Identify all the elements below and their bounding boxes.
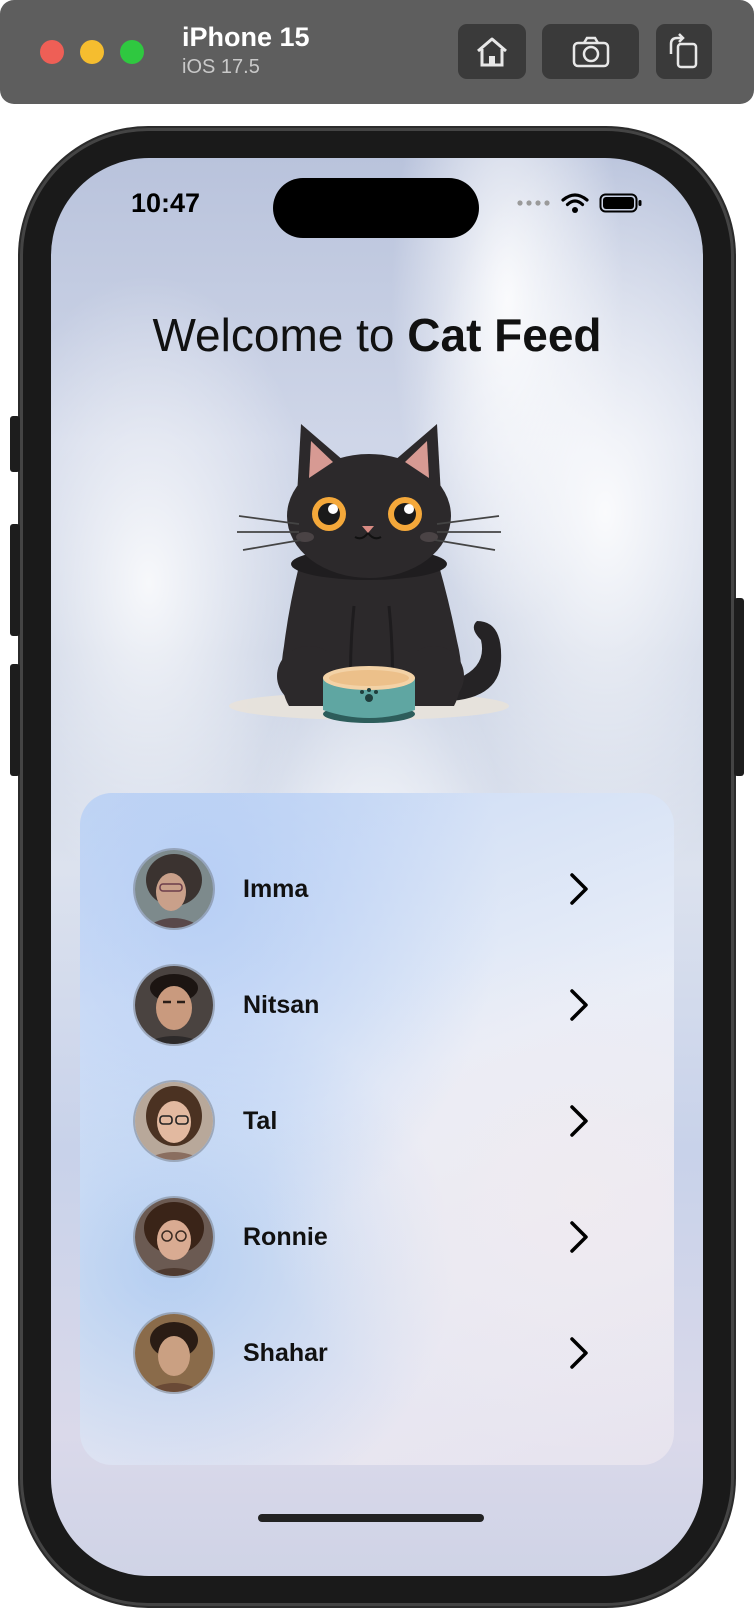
list-item-ronnie[interactable]: Ronnie xyxy=(80,1189,674,1285)
cat-illustration xyxy=(229,424,509,723)
list-item-shahar[interactable]: Shahar xyxy=(80,1305,674,1401)
avatar xyxy=(135,1082,213,1160)
chevron-right-icon xyxy=(570,1221,588,1253)
chevron-right-icon xyxy=(570,873,588,905)
wifi-icon xyxy=(561,193,589,213)
simulator-toolbar: iPhone 15 iOS 17.5 xyxy=(0,0,754,104)
volume-down-button[interactable] xyxy=(10,664,20,776)
chevron-right-icon xyxy=(570,1337,588,1369)
list-item-tal[interactable]: Tal xyxy=(80,1073,674,1169)
user-name: Ronnie xyxy=(243,1222,328,1251)
chevron-right-icon xyxy=(570,1105,588,1137)
status-icons xyxy=(517,192,643,214)
camera-icon xyxy=(572,36,609,67)
minimize-window-button[interactable] xyxy=(80,40,104,64)
user-name: Imma xyxy=(243,874,309,903)
app-name: Cat Feed xyxy=(407,309,602,361)
home-button[interactable] xyxy=(458,24,526,79)
home-icon xyxy=(477,37,507,66)
list-item-nitsan[interactable]: Nitsan xyxy=(80,957,674,1053)
close-window-button[interactable] xyxy=(40,40,64,64)
signal-dots-icon xyxy=(517,200,550,206)
list-item-imma[interactable]: Imma xyxy=(80,841,674,937)
os-version: iOS 17.5 xyxy=(182,56,260,78)
rotate-button[interactable] xyxy=(656,24,712,79)
battery-icon xyxy=(599,193,642,213)
dynamic-island xyxy=(273,178,479,238)
action-button[interactable] xyxy=(10,416,20,472)
rotate-icon xyxy=(669,32,698,68)
avatar xyxy=(135,966,213,1044)
app-screen: 10:47 Welcome to Cat Feed Imma Nitsan Ta… xyxy=(51,158,703,1576)
volume-up-button[interactable] xyxy=(10,524,20,636)
title-prefix: Welcome to xyxy=(152,309,408,361)
avatar xyxy=(135,1314,213,1392)
screenshot-button[interactable] xyxy=(542,24,639,79)
user-name: Tal xyxy=(243,1106,278,1135)
avatar xyxy=(135,1198,213,1276)
user-list: Imma Nitsan Tal Ronnie Shahar xyxy=(80,793,674,1465)
chevron-right-icon xyxy=(570,989,588,1021)
device-name: iPhone 15 xyxy=(182,22,310,52)
user-name: Shahar xyxy=(243,1338,328,1367)
home-indicator[interactable] xyxy=(258,1514,484,1522)
welcome-title: Welcome to Cat Feed xyxy=(51,308,703,362)
status-time: 10:47 xyxy=(131,188,201,218)
avatar xyxy=(135,850,213,928)
power-button[interactable] xyxy=(734,598,744,776)
user-name: Nitsan xyxy=(243,990,320,1019)
zoom-window-button[interactable] xyxy=(120,40,144,64)
